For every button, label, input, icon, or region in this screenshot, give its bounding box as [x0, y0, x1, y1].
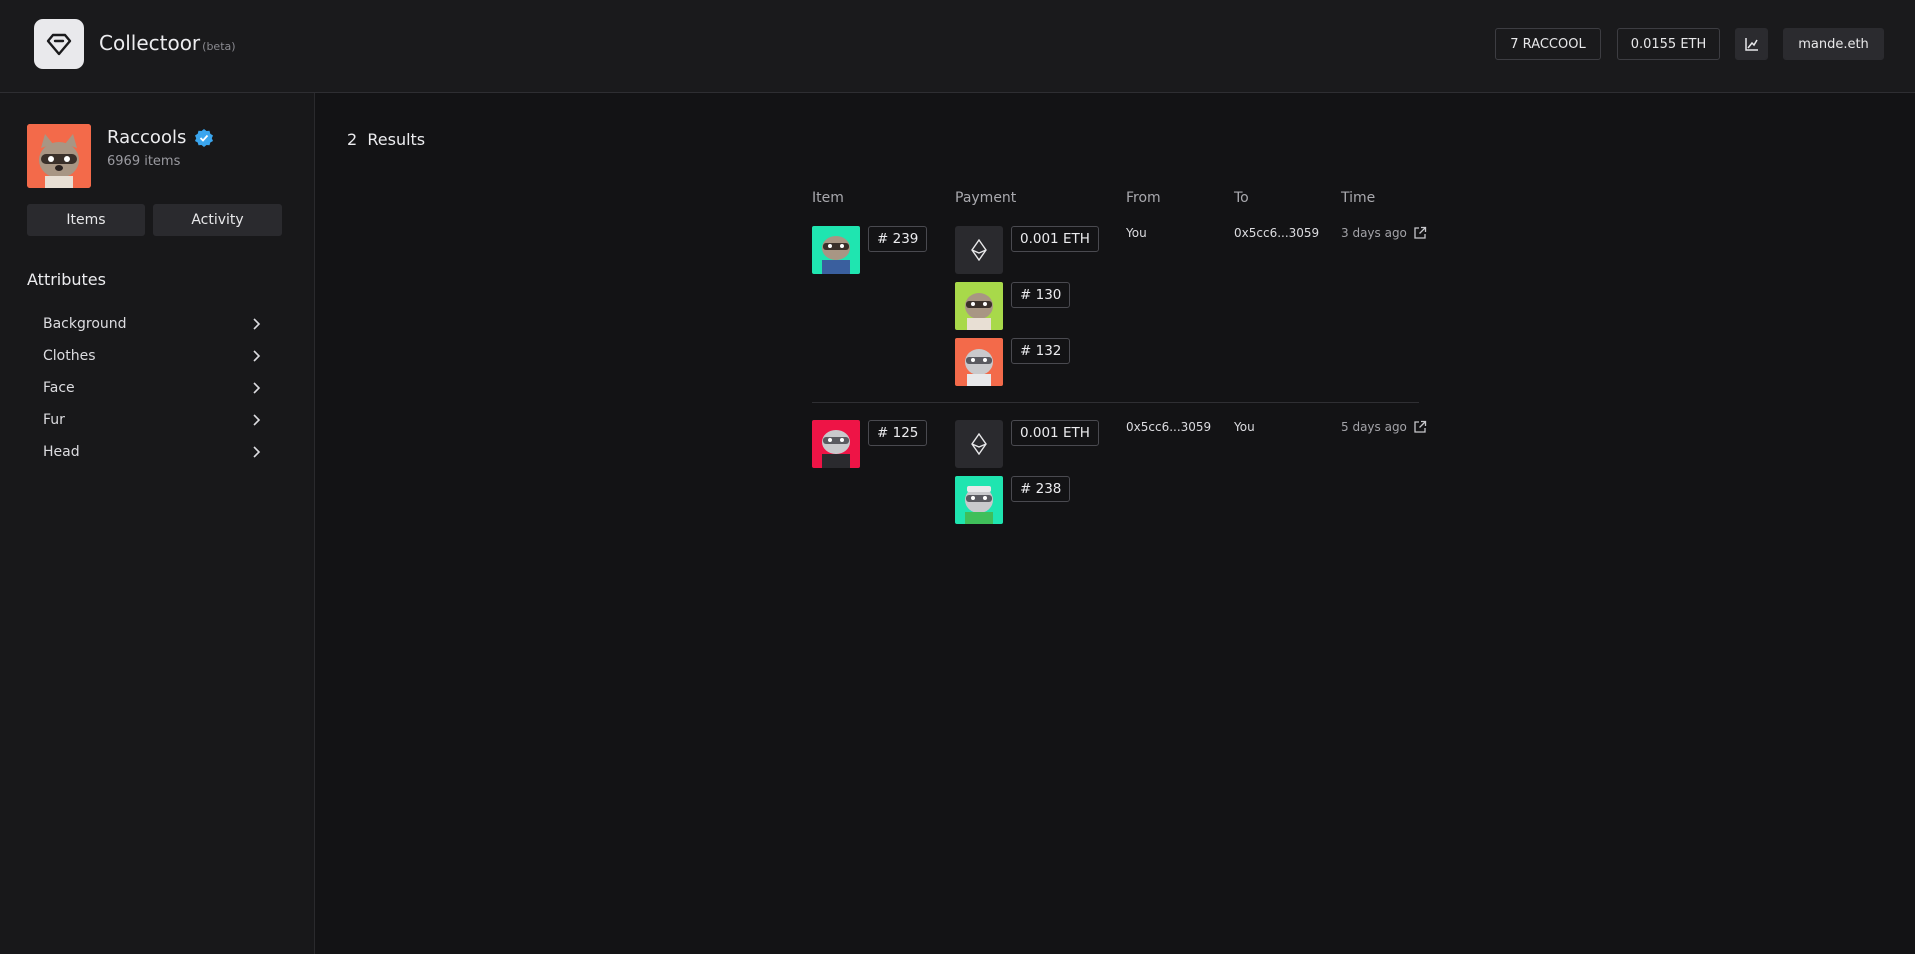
results-text: Results — [367, 130, 426, 149]
external-link-icon[interactable] — [1413, 226, 1427, 240]
account-name: mande.eth — [1798, 36, 1869, 52]
token-balance-button[interactable]: 7 RACCOOL — [1495, 28, 1601, 60]
chevron-right-icon — [253, 382, 261, 394]
chevron-right-icon — [253, 446, 261, 458]
attribute-background[interactable]: Background — [27, 309, 267, 339]
collection-avatar — [27, 124, 91, 188]
results-count: 2 Results — [347, 130, 425, 149]
external-link-icon[interactable] — [1413, 420, 1427, 434]
tab-items-label: Items — [66, 212, 106, 228]
time-cell[interactable]: 5 days ago — [1341, 420, 1427, 434]
eth-balance-button[interactable]: 0.0155 ETH — [1617, 28, 1720, 60]
tab-activity[interactable]: Activity — [153, 204, 282, 236]
item-tag[interactable]: # 239 — [868, 226, 928, 252]
attribute-label: Face — [43, 380, 75, 396]
gem-logo-icon — [46, 33, 72, 56]
collection-name[interactable]: Raccools — [107, 127, 214, 148]
attribute-label: Fur — [43, 412, 65, 428]
attribute-label: Clothes — [43, 348, 96, 364]
time-ago: 5 days ago — [1341, 420, 1407, 434]
item-tag[interactable]: # 125 — [868, 420, 928, 446]
collection-title: Raccools — [107, 127, 187, 148]
eth-balance: 0.0155 ETH — [1630, 36, 1707, 52]
column-header-payment: Payment — [955, 190, 1017, 206]
payment-eth-tag: 0.001 ETH — [1011, 420, 1099, 446]
chevron-right-icon — [253, 350, 261, 362]
to-address[interactable]: You — [1234, 420, 1255, 434]
chevron-right-icon — [253, 318, 261, 330]
from-address[interactable]: You — [1126, 226, 1147, 240]
account-button[interactable]: mande.eth — [1783, 28, 1884, 60]
results-number: 2 — [347, 130, 358, 149]
attribute-head[interactable]: Head — [27, 437, 267, 467]
payment-nft-tag[interactable]: # 132 — [1011, 338, 1071, 364]
chart-icon — [1744, 38, 1758, 51]
tab-items[interactable]: Items — [27, 204, 145, 236]
from-address[interactable]: 0x5cc6...3059 — [1126, 420, 1211, 434]
row-divider — [812, 402, 1419, 403]
payment-nft-tag[interactable]: # 130 — [1011, 282, 1071, 308]
chevron-right-icon — [253, 414, 261, 426]
attribute-fur[interactable]: Fur — [27, 405, 267, 435]
raccoon-nft-image — [955, 282, 1003, 330]
app-title[interactable]: Collectoor (beta) — [99, 31, 236, 55]
eth-payment-box — [955, 420, 1003, 468]
app-name: Collectoor — [99, 31, 201, 55]
tab-activity-label: Activity — [191, 212, 244, 228]
nft-thumbnail[interactable] — [812, 420, 860, 468]
payment-nft-tag[interactable]: # 238 — [1011, 476, 1071, 502]
attribute-clothes[interactable]: Clothes — [27, 341, 267, 371]
verified-badge-icon — [195, 128, 214, 147]
attribute-face[interactable]: Face — [27, 373, 267, 403]
raccoon-nft-image — [812, 226, 860, 274]
ethereum-icon — [971, 239, 987, 261]
ethereum-icon — [971, 433, 987, 455]
time-cell[interactable]: 3 days ago — [1341, 226, 1427, 240]
raccoon-nft-image — [812, 420, 860, 468]
chart-button[interactable] — [1735, 28, 1768, 60]
app-logo[interactable] — [34, 19, 84, 69]
column-header-from: From — [1126, 190, 1161, 206]
column-header-to: To — [1234, 190, 1249, 206]
time-ago: 3 days ago — [1341, 226, 1407, 240]
eth-payment-box — [955, 226, 1003, 274]
top-header: Collectoor (beta) 7 RACCOOL 0.0155 ETH ma… — [0, 0, 1915, 93]
attribute-label: Head — [43, 444, 80, 460]
beta-label: (beta) — [202, 40, 236, 53]
token-balance: 7 RACCOOL — [1510, 36, 1586, 52]
raccoon-avatar-image — [27, 124, 91, 188]
nft-thumbnail[interactable] — [812, 226, 860, 274]
to-address[interactable]: 0x5cc6...3059 — [1234, 226, 1319, 240]
raccoon-nft-image — [955, 476, 1003, 524]
payment-nft-thumbnail[interactable] — [955, 338, 1003, 386]
attribute-label: Background — [43, 316, 127, 332]
column-header-time: Time — [1341, 190, 1376, 206]
collection-count: 6969 items — [107, 154, 181, 169]
payment-nft-thumbnail[interactable] — [955, 476, 1003, 524]
payment-nft-thumbnail[interactable] — [955, 282, 1003, 330]
payment-eth-tag: 0.001 ETH — [1011, 226, 1099, 252]
raccoon-nft-image — [955, 338, 1003, 386]
attributes-heading: Attributes — [27, 270, 106, 289]
column-header-item: Item — [812, 190, 844, 206]
